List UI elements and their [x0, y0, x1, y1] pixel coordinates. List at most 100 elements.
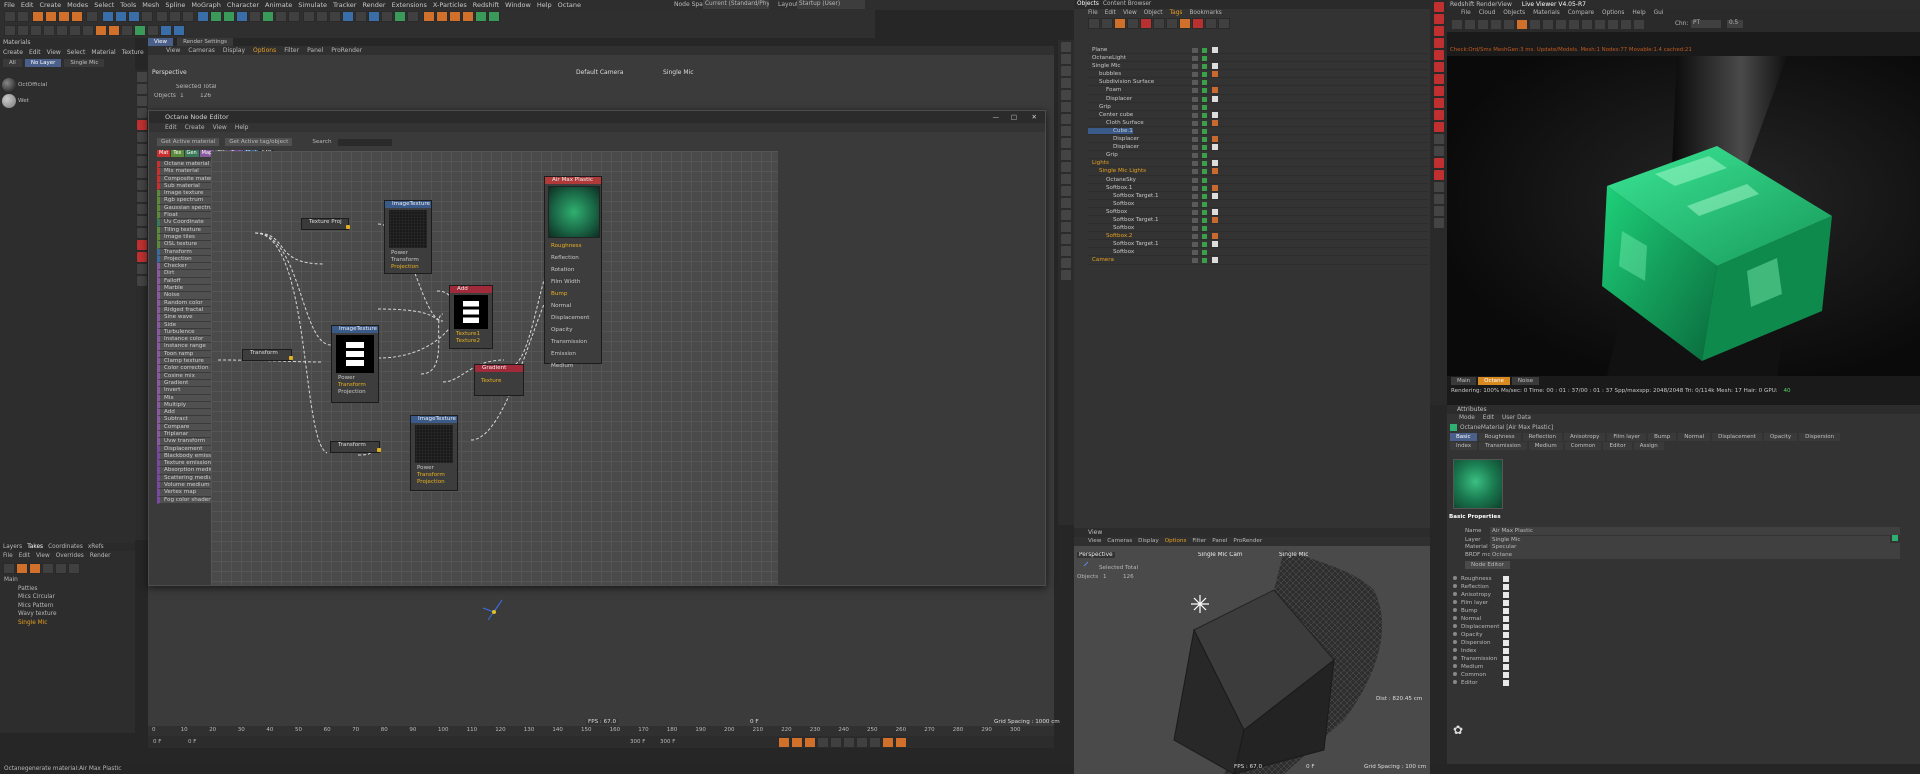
tab-objects[interactable]: Objects [1077, 0, 1099, 9]
zoom-field[interactable]: 0.5 [1727, 20, 1743, 28]
menu-tracker[interactable]: Tracker [333, 1, 356, 9]
tag-icon[interactable] [1212, 241, 1218, 248]
mode-icon[interactable] [43, 25, 55, 36]
tab-coordinates[interactable]: Coordinates [48, 544, 83, 550]
object-row[interactable]: Cube.1 [1088, 127, 1428, 136]
attr-tab[interactable]: Bump [1648, 433, 1677, 441]
tool-icon[interactable] [1433, 206, 1444, 216]
visibility-dots-icon[interactable] [1192, 193, 1198, 199]
channel-checkbox[interactable] [1503, 575, 1509, 582]
node-library-item[interactable]: Instance range [157, 343, 211, 351]
visibility-dots-icon[interactable] [1192, 80, 1198, 86]
octane-render-icon[interactable] [1433, 2, 1444, 12]
object-row[interactable]: Displacer [1088, 143, 1428, 152]
objects-menu-bookmarks[interactable]: Bookmarks [1189, 9, 1221, 18]
tool-icon[interactable] [3, 563, 15, 574]
take-item[interactable]: Wavy texture [4, 610, 135, 619]
take-item[interactable]: Main [4, 576, 135, 585]
enable-check-icon[interactable] [1202, 80, 1207, 86]
secondary-viewport[interactable]: View View Cameras Display Options Filter… [1074, 528, 1430, 774]
octane-tool-icon[interactable] [422, 11, 435, 22]
tool-icon[interactable] [1433, 218, 1444, 228]
lv-menu-options[interactable]: Options [1602, 9, 1624, 18]
node-library-item[interactable]: Blackbody emission [157, 452, 211, 461]
lv-menu-cloud[interactable]: Cloud [1479, 9, 1496, 18]
tab-layers[interactable]: Layers [3, 544, 22, 550]
octane-icon[interactable] [16, 563, 28, 574]
node-output-pin[interactable] [377, 448, 381, 452]
tag-icon[interactable] [1212, 47, 1218, 53]
tool-icon[interactable] [42, 563, 54, 574]
enable-check-icon[interactable] [1202, 169, 1207, 175]
node-image-texture[interactable]: ImageTexture Power Transform Projection [331, 325, 379, 403]
tool-icon[interactable] [1166, 18, 1178, 29]
node-library-item[interactable]: Octane material [157, 161, 211, 169]
octane-render-icon[interactable] [1433, 110, 1444, 120]
tool-icon[interactable] [394, 11, 407, 22]
view2-menu-cameras[interactable]: Cameras [1107, 537, 1132, 546]
menu-select[interactable]: Select [94, 1, 114, 9]
tag-icon[interactable] [1212, 233, 1218, 240]
axis-y-icon[interactable] [114, 11, 127, 22]
enable-check-icon[interactable] [1202, 72, 1207, 78]
prev-frame-icon[interactable] [830, 737, 842, 748]
menu-simulate[interactable]: Simulate [298, 1, 327, 9]
last-frame-icon[interactable] [869, 737, 881, 748]
octane-render-icon[interactable] [1433, 98, 1444, 108]
visibility-dots-icon[interactable] [1192, 226, 1198, 232]
node-library-item[interactable]: Composite material [157, 175, 211, 183]
channel-checkbox[interactable] [1503, 679, 1509, 686]
node-library-item[interactable]: Color correction [157, 365, 211, 373]
attr-tab[interactable]: Assign [1633, 442, 1664, 450]
view2-menu-display[interactable]: Display [1138, 537, 1159, 546]
expand-dot-icon[interactable] [1453, 664, 1457, 668]
tool-icon[interactable] [1594, 19, 1606, 30]
menu-window[interactable]: Window [505, 1, 531, 9]
attr-tab[interactable]: Common [1564, 442, 1602, 450]
mode-icon[interactable] [147, 25, 159, 36]
timeline-end[interactable]: 300 F [630, 736, 645, 748]
tool-icon[interactable] [136, 156, 147, 166]
visibility-dots-icon[interactable] [1192, 169, 1198, 175]
view2-menu-panel[interactable]: Panel [1212, 537, 1227, 546]
tab-render-settings[interactable]: Render Settings [177, 38, 233, 46]
visibility-dots-icon[interactable] [1192, 209, 1198, 215]
visibility-dots-icon[interactable] [1192, 72, 1198, 78]
send-scene-icon[interactable] [1451, 19, 1463, 30]
node-library-item[interactable]: Gaussian spectrum [157, 204, 211, 213]
enable-check-icon[interactable] [1202, 250, 1207, 256]
tool-icon[interactable] [355, 11, 368, 22]
node-menu-edit[interactable]: Edit [165, 123, 177, 132]
node-library-item[interactable]: Uv Coordinate [157, 219, 211, 227]
view2-camera[interactable]: Single Mic Cam [1198, 552, 1243, 558]
node-library-item[interactable]: Displacement [157, 445, 211, 453]
tool-icon[interactable] [136, 144, 147, 154]
enable-check-icon[interactable] [1202, 226, 1207, 232]
tool-icon[interactable] [1061, 222, 1071, 232]
node-library-item[interactable]: Image texture [157, 190, 211, 198]
first-frame-icon[interactable] [817, 737, 829, 748]
view2-menu-options[interactable]: Options [1165, 537, 1187, 546]
menu-edit[interactable]: Edit [21, 1, 34, 9]
node-category-tab[interactable]: Gen [184, 150, 199, 157]
octane-render-icon[interactable] [1433, 170, 1444, 180]
channel-checkbox[interactable] [1503, 663, 1509, 670]
mode-icon[interactable] [160, 25, 172, 36]
lv-tab-octane[interactable]: Octane [1478, 377, 1510, 385]
expand-dot-icon[interactable] [1453, 592, 1457, 596]
node-library-item[interactable]: OSL texture [157, 241, 211, 249]
enable-check-icon[interactable] [1202, 88, 1207, 94]
channel-checkbox[interactable] [1503, 591, 1509, 598]
octane-icon[interactable] [1140, 18, 1152, 29]
tool-icon[interactable] [1555, 19, 1567, 30]
objects-menu-object[interactable]: Object [1144, 9, 1163, 18]
view2-menu-filter[interactable]: Filter [1192, 537, 1206, 546]
tag-icon[interactable] [1212, 168, 1218, 175]
render-output[interactable] [1447, 56, 1920, 376]
attr-menu-mode[interactable]: Mode [1459, 414, 1475, 423]
node-library-item[interactable]: Sub material [157, 182, 211, 191]
node-library-item[interactable]: Toon ramp [157, 350, 211, 359]
enable-check-icon[interactable] [1202, 137, 1207, 143]
tool-icon[interactable] [1061, 186, 1071, 196]
tool-icon[interactable] [368, 11, 381, 22]
